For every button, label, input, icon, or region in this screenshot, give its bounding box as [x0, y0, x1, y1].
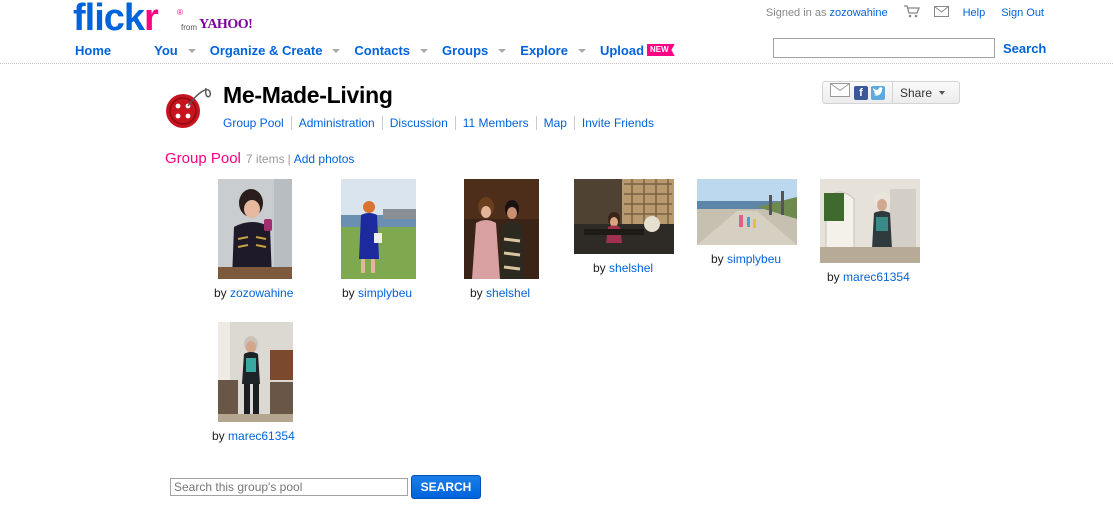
photo-thumbnail[interactable] — [218, 179, 292, 279]
username-link[interactable]: zozowahine — [829, 7, 887, 19]
twitter-icon[interactable] — [871, 85, 885, 100]
site-search-button[interactable]: Search — [1003, 41, 1046, 56]
flickr-logo[interactable]: flickr ® from YAHOO! — [73, 0, 263, 39]
registered-mark: ® — [177, 8, 183, 17]
sign-out-link[interactable]: Sign Out — [1001, 7, 1044, 19]
group-nav-administration[interactable]: Administration — [290, 116, 382, 130]
add-photos-link[interactable]: Add photos — [294, 152, 355, 166]
nav-contacts-label: Contacts — [354, 42, 411, 58]
by-label: by — [214, 286, 227, 300]
photo-thumbnail[interactable] — [574, 179, 674, 254]
photo-owner-link[interactable]: shelshel — [609, 261, 653, 275]
group-nav-group-pool[interactable]: Group Pool — [223, 116, 291, 130]
photo-caption: by marec61354 — [212, 429, 295, 443]
nav-organize-create[interactable]: Organize & Create — [210, 43, 355, 58]
pool-item-count: 7 items — [245, 152, 285, 166]
chevron-down-icon[interactable] — [332, 49, 341, 53]
share-widget[interactable]: f Share — [822, 81, 960, 104]
nav-explore-label: Explore — [520, 42, 568, 58]
nav-home[interactable]: Home — [75, 43, 111, 58]
logo-wordmark-right: r — [144, 0, 159, 39]
photo-owner-link[interactable]: simplybeu — [727, 252, 781, 266]
nav-upload-label: Upload — [599, 42, 645, 58]
photo-thumbnail[interactable] — [218, 322, 293, 422]
chevron-down-icon[interactable] — [420, 49, 429, 53]
chevron-down-icon[interactable] — [577, 49, 586, 53]
facebook-icon[interactable]: f — [854, 85, 868, 100]
chevron-down-icon[interactable] — [187, 49, 196, 53]
nav-groups-label: Groups — [442, 42, 489, 58]
signed-in-label: Signed in as — [765, 7, 827, 19]
by-label: by — [212, 429, 225, 443]
photo-caption: by shelshel — [593, 261, 653, 275]
photo-caption: by simplybeu — [342, 286, 412, 300]
logo-from-text: from — [181, 23, 197, 32]
chevron-down-icon[interactable] — [939, 90, 946, 95]
group-title: Me-Made-Living — [223, 82, 393, 108]
share-divider — [892, 82, 893, 103]
nav-groups[interactable]: Groups — [442, 43, 520, 58]
pool-heading: Group Pool 7 items | Add photos — [165, 150, 354, 167]
group-nav-discussion[interactable]: Discussion — [381, 116, 455, 130]
nav-home-label: Home — [75, 42, 112, 58]
pool-search-button[interactable]: SEARCH — [411, 475, 481, 499]
group-nav-members[interactable]: 11 Members — [454, 116, 536, 130]
share-label[interactable]: Share — [900, 86, 932, 100]
nav-explore[interactable]: Explore — [520, 43, 600, 58]
main-nav: Home You Organize & Create Contacts Grou… — [75, 40, 675, 60]
nav-upload[interactable]: Upload NEW — [600, 43, 675, 58]
by-label: by — [711, 252, 724, 266]
nav-you[interactable]: You — [154, 43, 210, 58]
nav-you-label: You — [154, 42, 178, 58]
logo-wordmark-left: flick — [73, 0, 145, 39]
photo-caption: by zozowahine — [214, 286, 293, 300]
email-icon[interactable] — [830, 83, 850, 102]
account-bar: Signed in as zozowahine Help Sign Out — [765, 5, 1044, 21]
by-label: by — [827, 270, 840, 284]
photo-thumbnail[interactable] — [697, 179, 797, 245]
group-nav-map[interactable]: Map — [535, 116, 574, 130]
by-label: by — [470, 286, 483, 300]
photo-caption: by marec61354 — [827, 270, 910, 284]
photo-thumbnail[interactable] — [341, 179, 416, 279]
photo-owner-link[interactable]: shelshel — [486, 286, 530, 300]
by-label: by — [593, 261, 606, 275]
photo-caption: by shelshel — [470, 286, 530, 300]
nav-organize-label: Organize & Create — [209, 42, 323, 58]
by-label: by — [342, 286, 355, 300]
site-search-input[interactable] — [773, 38, 995, 58]
cart-icon[interactable] — [903, 5, 920, 21]
photo-owner-link[interactable]: simplybeu — [358, 286, 412, 300]
group-buddy-icon[interactable] — [164, 82, 216, 132]
photo-owner-link[interactable]: marec61354 — [843, 270, 910, 284]
group-nav: Group Pool Administration Discussion 11 … — [223, 116, 661, 130]
pool-search-input[interactable] — [170, 478, 408, 496]
new-badge: NEW — [647, 44, 675, 56]
photo-owner-link[interactable]: zozowahine — [230, 286, 293, 300]
header-divider — [0, 63, 1113, 64]
nav-contacts[interactable]: Contacts — [354, 43, 442, 58]
photo-thumbnail[interactable] — [820, 179, 920, 263]
photo-caption: by simplybeu — [711, 252, 781, 266]
photo-owner-link[interactable]: marec61354 — [228, 429, 295, 443]
photo-thumbnail[interactable] — [464, 179, 539, 279]
pool-title: Group Pool — [165, 150, 241, 167]
pool-separator: | — [287, 152, 291, 166]
chevron-down-icon[interactable] — [498, 49, 507, 53]
yahoo-logo-text: YAHOO! — [199, 17, 253, 32]
mail-icon[interactable] — [933, 6, 949, 20]
help-link[interactable]: Help — [963, 7, 986, 19]
group-nav-invite-friends[interactable]: Invite Friends — [573, 116, 661, 130]
